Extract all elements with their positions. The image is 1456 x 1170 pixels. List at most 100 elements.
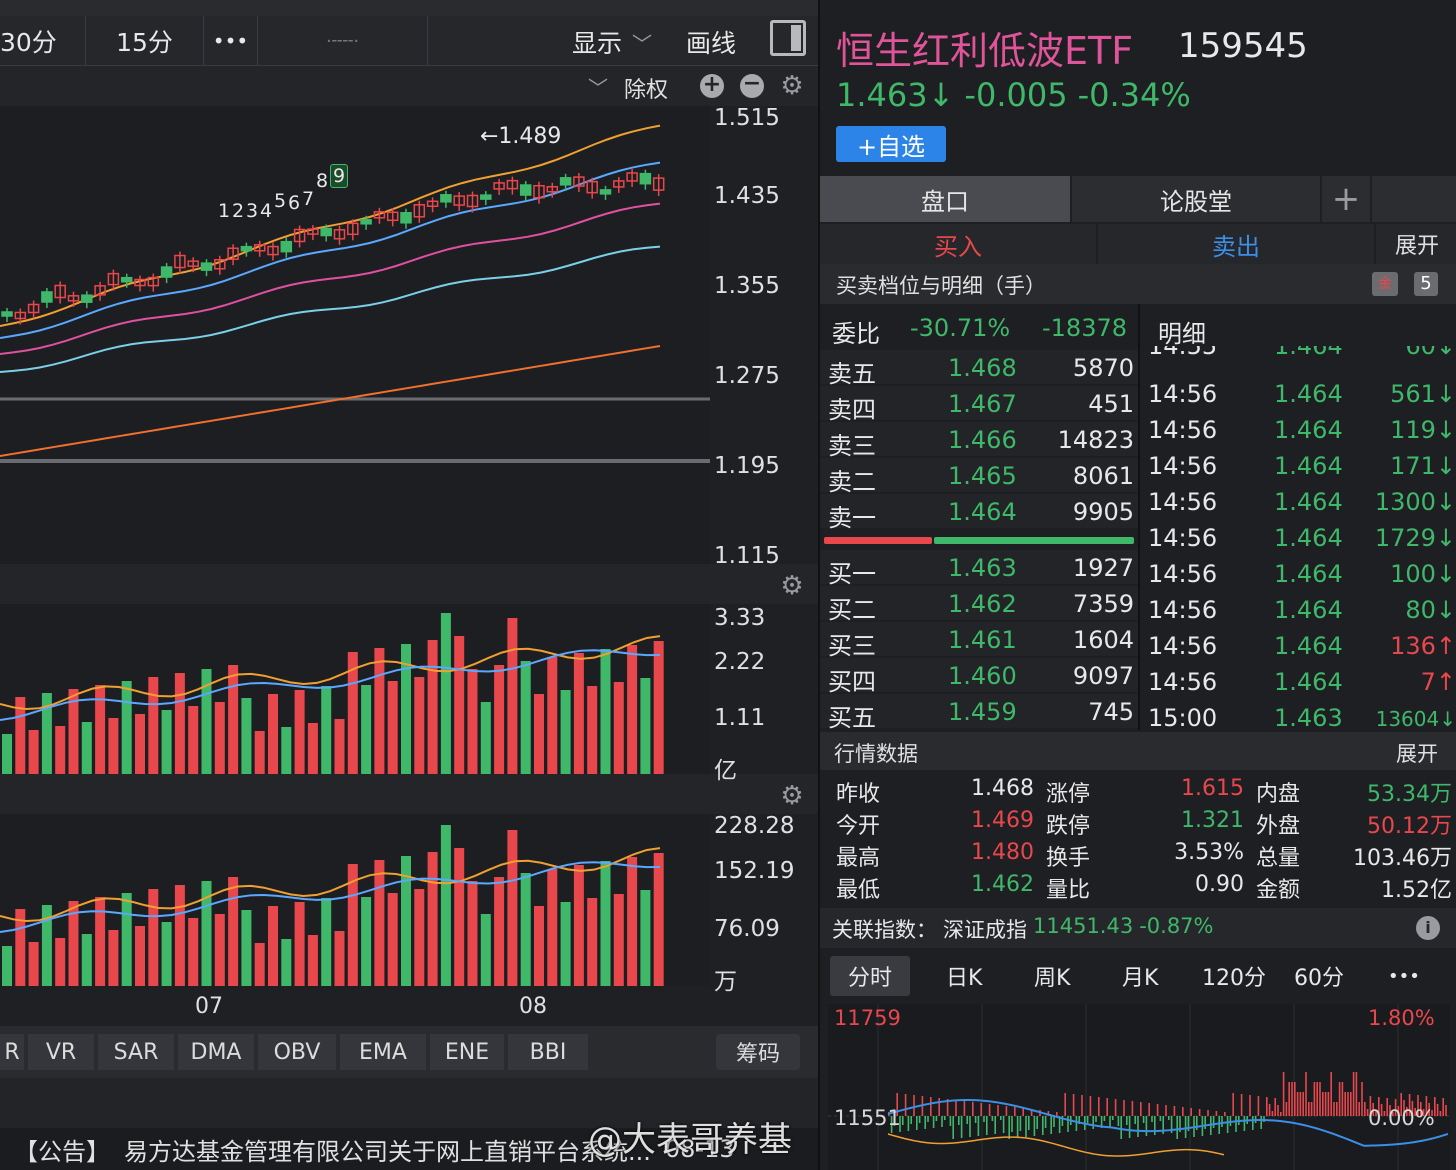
mini-top-left: 11759	[834, 1006, 901, 1030]
top-strip	[0, 0, 818, 16]
mini-volume-bar	[930, 1097, 932, 1116]
mini-volume-bar	[938, 1098, 940, 1116]
mini-volume-bar	[1196, 1116, 1198, 1130]
mini-volume-bar	[1252, 1116, 1254, 1130]
buy-button[interactable]: 买入	[820, 224, 1096, 264]
tick-list[interactable]: 14:55 1.464 60↓ 14:56 1.464 561↓ 14:56 1.464 119…	[1140, 346, 1456, 730]
td-sequence-label: 5	[274, 190, 287, 212]
high-price-annotation: ←1.489	[480, 124, 562, 149]
related-pct: -0.87%	[1139, 914, 1214, 938]
mini-volume-bar	[1327, 1092, 1330, 1116]
level2-icon[interactable]: 金	[1372, 272, 1398, 296]
ratio-bar-bid	[824, 537, 932, 544]
indicator-button[interactable]: EMA	[340, 1034, 426, 1070]
mini-volume-bar	[1165, 1105, 1167, 1116]
td-sequence-label: 7	[302, 188, 315, 210]
mini-volume-bar	[927, 1116, 929, 1122]
mini-volume-bar	[1016, 1116, 1019, 1138]
mini-volume-bar	[1294, 1082, 1296, 1116]
volume-bar	[494, 665, 505, 774]
period-30min-button[interactable]: 30分	[0, 16, 86, 66]
add-tab-button[interactable]: +	[1322, 176, 1370, 222]
volume-bar	[281, 939, 292, 986]
volume-bar	[414, 889, 425, 986]
period-tab[interactable]: 月K	[1104, 956, 1176, 996]
volume-bar	[374, 648, 385, 774]
depth-count-badge[interactable]: 5	[1414, 272, 1438, 296]
add-watchlist-button[interactable]: +自选	[836, 126, 946, 162]
volume-bar	[440, 825, 451, 986]
ex-right-button[interactable]: 除权	[624, 72, 668, 104]
weibi-pct: -30.71%	[910, 314, 1011, 342]
indicator-button[interactable]: BBI	[508, 1034, 588, 1070]
volume-bar	[228, 665, 239, 774]
period-tab[interactable]: 60分	[1276, 956, 1362, 996]
period-tab[interactable]: 日K	[928, 956, 1000, 996]
chips-button[interactable]: 筹码	[716, 1034, 800, 1070]
mini-volume-bar	[1302, 1092, 1304, 1116]
period-tab[interactable]: 分时	[830, 956, 911, 996]
tab-orderbook[interactable]: 盘口	[820, 176, 1070, 222]
period-15min-button[interactable]: 15分	[86, 16, 204, 66]
indicator-button[interactable]: VR	[28, 1034, 94, 1070]
zoom-in-icon[interactable]: +	[700, 74, 724, 98]
tick-price: 1.464	[1274, 380, 1343, 408]
mini-volume-bar	[1260, 1116, 1262, 1129]
volume-bar	[547, 657, 558, 774]
tick-time: 14:56	[1148, 452, 1218, 480]
gear-icon[interactable]: ⚙	[779, 573, 805, 599]
sell-button[interactable]: 卖出	[1098, 224, 1374, 264]
price-axis-label: 1.515	[714, 105, 780, 131]
chevron-down-icon[interactable]: ﹀	[588, 72, 608, 101]
volume-bar	[321, 686, 332, 774]
last-price: 1.463↓	[836, 76, 955, 114]
panel-toggle-icon[interactable]	[770, 20, 806, 56]
indicator-button[interactable]: ENE	[430, 1034, 504, 1070]
mini-volume-bar	[1022, 1108, 1024, 1116]
volume-bar	[254, 731, 265, 774]
period-tab[interactable]: 周K	[1016, 956, 1088, 996]
expand-button[interactable]: 展开	[1376, 224, 1456, 264]
volume-bar	[148, 889, 159, 986]
volume-bar	[228, 877, 239, 986]
display-dropdown[interactable]: 显示 ﹀	[572, 24, 652, 60]
tick-price: 1.464	[1274, 632, 1343, 660]
mini-volume-bar	[1280, 1112, 1282, 1116]
indicator-button[interactable]: OBV	[258, 1034, 336, 1070]
market-key: 金额	[1256, 878, 1301, 903]
mini-volume-bar	[1106, 1098, 1108, 1116]
mini-volume-bar	[1212, 1116, 1215, 1128]
level-price: 1.464	[948, 498, 1017, 526]
level-label: 卖一	[828, 504, 876, 532]
volume-bar	[214, 702, 225, 774]
volume-bar	[55, 938, 66, 986]
mini-volume-bar	[913, 1095, 915, 1116]
td-sequence-label: 9	[330, 164, 349, 188]
volume-bar	[640, 678, 651, 774]
period-tab[interactable]: 120分	[1184, 956, 1284, 996]
tab-forum[interactable]: 论股堂	[1072, 176, 1320, 222]
indicator-button[interactable]: DMA	[178, 1034, 254, 1070]
draw-line-button[interactable]: 画线	[686, 24, 736, 60]
indicator-button[interactable]: R	[0, 1034, 24, 1070]
tick-price: 1.464	[1274, 488, 1343, 516]
more-periods-button[interactable]: •••	[204, 16, 258, 66]
gear-icon[interactable]: ⚙	[779, 73, 805, 99]
info-icon[interactable]: i	[1416, 916, 1440, 940]
volume-bar	[507, 618, 518, 774]
mini-volume-bar	[916, 1116, 918, 1130]
mini-volume-bar	[1439, 1111, 1442, 1116]
market-value: 1.462	[971, 872, 1034, 897]
gear-icon[interactable]: ⚙	[779, 783, 805, 809]
mini-volume-bar	[1005, 1106, 1008, 1116]
volume2-axis-label: 万	[714, 969, 737, 995]
indicator-button[interactable]: SAR	[98, 1034, 174, 1070]
mini-volume-bar	[1344, 1092, 1346, 1116]
period-tab[interactable]: •••	[1370, 956, 1438, 996]
td-sequence-label: 2	[232, 200, 245, 222]
market-key: 最高	[836, 846, 881, 871]
level-volume: 7359	[1072, 590, 1134, 618]
zoom-out-icon[interactable]: −	[740, 73, 764, 98]
market-expand-button[interactable]: 展开	[1396, 738, 1438, 768]
volume-bar	[560, 690, 571, 774]
